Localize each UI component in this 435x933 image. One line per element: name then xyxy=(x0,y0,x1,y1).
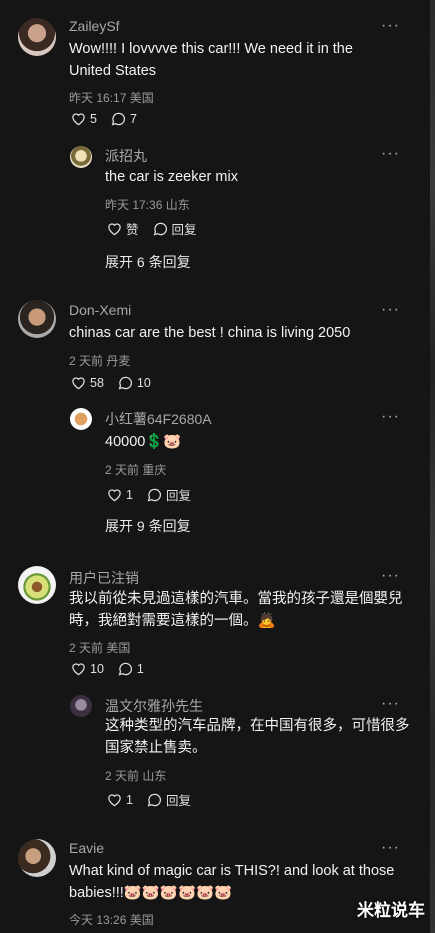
comment-meta: 昨天 16:17 美国 xyxy=(69,91,154,105)
reply-meta: 2 天前 重庆 xyxy=(105,463,167,477)
comment-bubble-icon xyxy=(147,793,162,807)
heart-icon xyxy=(71,376,86,390)
like-button[interactable]: 58 xyxy=(71,376,104,390)
comment-text-line: babies!!!🐷🐷🐷🐷🐷🐷 xyxy=(69,885,233,901)
comment-text-line: 時，我絕對需要這樣的一個。🙇 xyxy=(69,613,276,629)
reply-text-line: 国家禁止售卖。 xyxy=(105,740,207,756)
reply-text: the car is zeeker mix xyxy=(105,169,238,185)
like-button[interactable]: 1 xyxy=(107,793,133,807)
like-count: 1 xyxy=(126,487,133,502)
username[interactable]: Eavie xyxy=(69,840,104,856)
like-button[interactable]: 赞 xyxy=(107,219,139,238)
more-options-icon[interactable]: ··· xyxy=(381,301,400,319)
like-button[interactable]: 1 xyxy=(107,488,133,502)
username[interactable]: 小红薯64F2680A xyxy=(105,409,212,429)
username[interactable]: 温文尔雅孙先生 xyxy=(105,696,203,716)
reply-count: 1 xyxy=(136,662,144,676)
heart-icon xyxy=(71,662,86,676)
reply-actions: 1 回复 xyxy=(107,790,191,809)
avatar[interactable] xyxy=(70,146,92,168)
like-count: 1 xyxy=(126,792,133,807)
reply-button[interactable]: 回复 xyxy=(153,219,197,238)
reply-label: 回复 xyxy=(165,489,191,503)
comment-text-line: What kind of magic car is THIS?! and loo… xyxy=(69,863,395,879)
like-count: 10 xyxy=(90,662,104,676)
heart-icon xyxy=(107,222,122,236)
more-options-icon[interactable]: ··· xyxy=(381,17,400,35)
username[interactable]: Don-Xemi xyxy=(69,302,131,318)
expand-replies-link[interactable]: 展开 9 条回复 xyxy=(105,516,191,536)
comment-text: Wow!!!! I lovvvve this car!!! We need it… xyxy=(69,38,353,82)
avatar-avocado-icon[interactable] xyxy=(18,566,56,604)
more-options-icon[interactable]: ··· xyxy=(381,695,400,713)
heart-icon xyxy=(107,488,122,502)
comment-bubble-icon xyxy=(111,112,126,126)
comment-meta: 今天 13:26 美国 xyxy=(69,913,154,927)
more-options-icon[interactable]: ··· xyxy=(381,567,400,585)
avatar[interactable] xyxy=(18,839,56,877)
avatar[interactable] xyxy=(18,18,56,56)
reply-actions: 赞 回复 xyxy=(107,219,197,238)
comment-actions: 5 7 xyxy=(71,112,137,126)
comment-text-line: 我以前從未見過這樣的汽車。當我的孩子還是個嬰兒 xyxy=(69,591,403,607)
like-count: 5 xyxy=(90,112,97,126)
reply-button[interactable]: 10 xyxy=(118,376,151,390)
reply-count: 7 xyxy=(129,112,137,126)
expand-replies-link[interactable]: 展开 6 条回复 xyxy=(105,252,191,272)
reply-count: 10 xyxy=(136,376,151,390)
more-options-icon[interactable]: ··· xyxy=(381,145,400,163)
comment-bubble-icon xyxy=(147,488,162,502)
reply-text: 这种类型的汽车品牌，在中国有很多，可惜很多 国家禁止售卖。 xyxy=(105,715,410,759)
right-edge-strip xyxy=(430,0,435,933)
reply-button[interactable]: 回复 xyxy=(147,485,191,504)
more-options-icon[interactable]: ··· xyxy=(381,408,400,426)
comment-text: What kind of magic car is THIS?! and loo… xyxy=(69,860,394,904)
comment-actions: 58 10 xyxy=(71,376,151,390)
reply-button[interactable]: 1 xyxy=(118,662,144,676)
comment-text: 我以前從未見過這樣的汽車。當我的孩子還是個嬰兒 時，我絕對需要這樣的一個。🙇 xyxy=(69,588,403,632)
like-label: 赞 xyxy=(126,223,139,237)
reply-meta: 昨天 17:36 山东 xyxy=(105,198,190,212)
more-options-icon[interactable]: ··· xyxy=(381,839,400,857)
heart-icon xyxy=(107,793,122,807)
username[interactable]: 派招丸 xyxy=(105,146,147,166)
reply-actions: 1 回复 xyxy=(107,485,191,504)
comment-meta: 2 天前 丹麦 xyxy=(69,354,131,368)
avatar[interactable] xyxy=(70,408,92,430)
like-button[interactable]: 5 xyxy=(71,112,97,126)
reply-text: 40000💲🐷 xyxy=(105,434,182,450)
reply-label: 回复 xyxy=(165,794,191,808)
like-button[interactable]: 10 xyxy=(71,662,104,676)
reply-button[interactable]: 7 xyxy=(111,112,137,126)
avatar[interactable] xyxy=(18,300,56,338)
username[interactable]: ZaileySf xyxy=(69,18,120,34)
reply-button[interactable]: 回复 xyxy=(147,790,191,809)
watermark: 米粒说车 xyxy=(357,901,425,920)
comment-meta: 2 天前 美国 xyxy=(69,641,131,655)
username[interactable]: 用户已注销 xyxy=(69,568,139,588)
comment-bubble-icon xyxy=(118,662,133,676)
comment-bubble-icon xyxy=(153,222,168,236)
comment-text: chinas car are the best ! china is livin… xyxy=(69,325,351,341)
comment-actions: 10 1 xyxy=(71,662,144,676)
avatar[interactable] xyxy=(70,695,92,717)
comment-text-line: United States xyxy=(69,63,157,79)
reply-meta: 2 天前 山东 xyxy=(105,769,167,783)
comment-bubble-icon xyxy=(118,376,133,390)
reply-label: 回复 xyxy=(171,223,197,237)
reply-text-line: 这种类型的汽车品牌，在中国有很多，可惜很多 xyxy=(105,718,410,734)
comment-text-line: Wow!!!! I lovvvve this car!!! We need it… xyxy=(69,41,353,57)
heart-icon xyxy=(71,112,86,126)
like-count: 58 xyxy=(90,376,104,390)
